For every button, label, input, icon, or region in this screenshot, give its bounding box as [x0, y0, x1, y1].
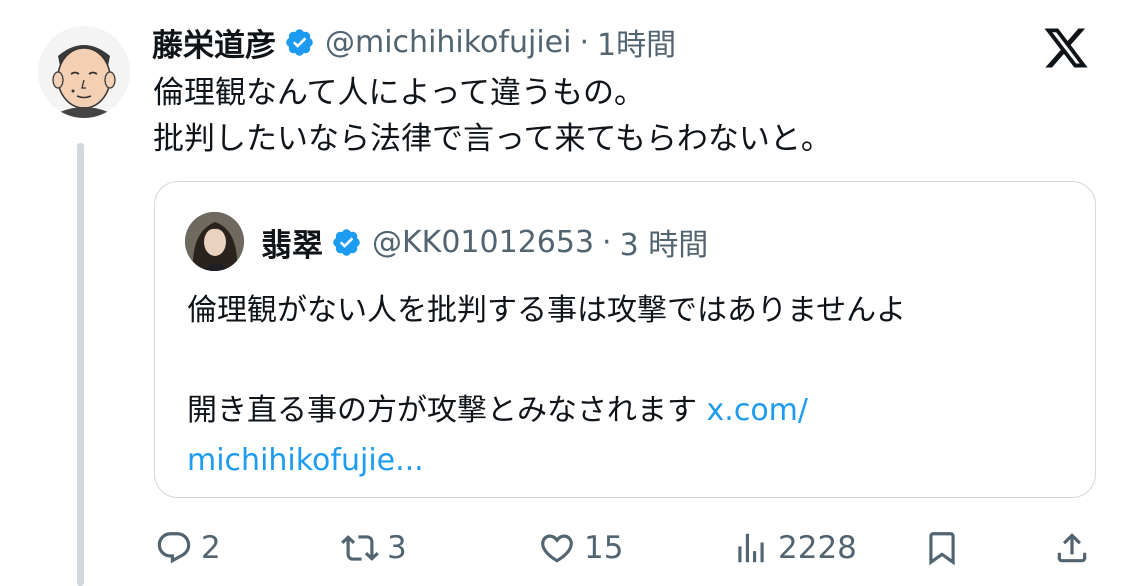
tweet-body: 倫理観なんて人によって違うもの。 批判したいなら法律で言って来てもらわないと。 [153, 70, 832, 162]
quote-blank-line [187, 336, 906, 386]
quote-timestamp[interactable]: 3 時間 [620, 220, 709, 264]
verified-badge-icon [286, 28, 313, 56]
author-handle[interactable]: @michihikofujiei [325, 25, 571, 60]
reply-icon [157, 532, 191, 564]
quote-text-segment: 開き直る事の方が攻撃とみなされます [187, 393, 697, 428]
views-icon [738, 533, 764, 563]
quote-link-continued[interactable]: michihikofujie... [187, 443, 424, 478]
tweet-text-line: 倫理観なんて人によって違うもの。 [153, 75, 645, 111]
retweet-icon [341, 535, 379, 561]
share-button[interactable] [1053, 520, 1099, 576]
action-bar: 2 3 15 2228 [0, 520, 1125, 576]
author-avatar-illustration [38, 26, 130, 118]
timestamp[interactable]: 1時間 [597, 20, 676, 64]
quote-text-line: 倫理観がない人を批判する事は攻撃ではありませんよ [187, 293, 907, 328]
quote-text-line: michihikofujie... [187, 436, 906, 486]
retweet-count: 3 [387, 530, 407, 566]
quote-header: 翡翠 @KK01012653 · 3 時間 [261, 220, 708, 264]
author-avatar[interactable] [38, 26, 130, 118]
x-logo-icon [1044, 28, 1088, 68]
share-icon [1057, 533, 1087, 563]
like-button[interactable]: 15 [538, 520, 623, 576]
retweet-button[interactable]: 3 [341, 520, 407, 576]
bookmark-button[interactable] [923, 520, 969, 576]
quote-link[interactable]: x.com/ [707, 393, 808, 428]
quote-tweet-card[interactable]: 翡翠 @KK01012653 · 3 時間 倫理観がない人を批判する事は攻撃では… [154, 181, 1096, 498]
reply-button[interactable]: 2 [155, 520, 221, 576]
reply-count: 2 [201, 530, 221, 566]
quote-text-line: 開き直る事の方が攻撃とみなされます x.com/ [187, 386, 906, 436]
bookmark-icon [929, 532, 955, 566]
tweet-header: 藤栄道彦 @michihikofujiei · 1時間 [152, 20, 676, 64]
quote-author-name[interactable]: 翡翠 [261, 220, 323, 265]
quote-avatar-photo [185, 212, 244, 271]
views-button[interactable]: 2228 [732, 520, 857, 576]
quote-body: 倫理観がない人を批判する事は攻撃ではありませんよ 開き直る事の方が攻撃とみなされ… [187, 286, 906, 486]
separator-dot: · [579, 24, 589, 60]
verified-badge-icon [333, 228, 360, 256]
author-name[interactable]: 藤栄道彦 [152, 20, 276, 65]
like-icon [541, 534, 573, 563]
quote-author-handle[interactable]: @KK01012653 [372, 225, 594, 260]
tweet-text-line: 批判したいなら法律で言って来てもらわないと。 [153, 121, 832, 157]
separator-dot: · [602, 224, 612, 260]
like-count: 15 [584, 530, 624, 566]
views-count: 2228 [778, 530, 857, 566]
quote-author-avatar [185, 212, 244, 271]
